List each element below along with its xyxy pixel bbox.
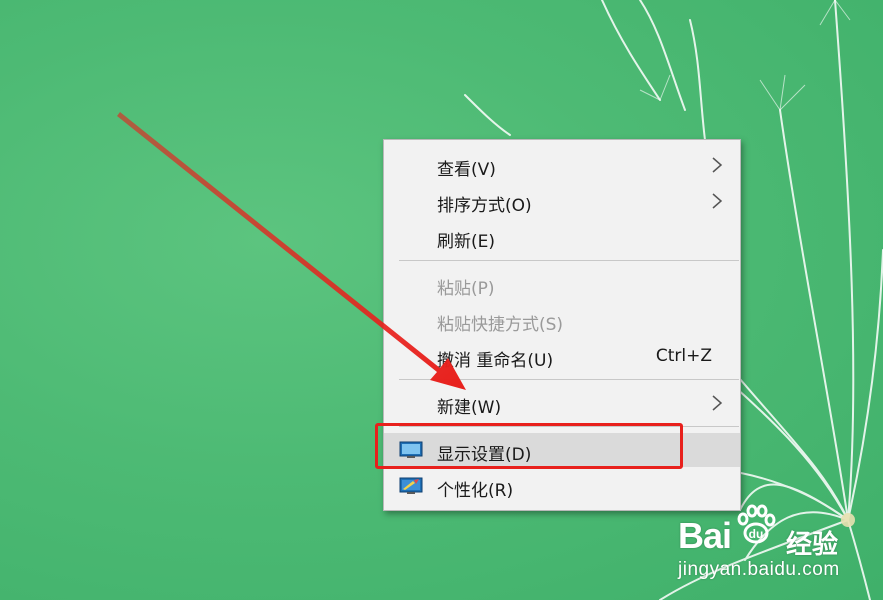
highlight-box [375,423,683,469]
menu-item-label: 撤消 重命名(U) [437,351,554,371]
menu-item-view[interactable]: 查看(V) [384,148,740,182]
chevron-right-icon [712,193,723,209]
watermark-url: jingyan.baidu.com [678,559,840,580]
desktop-background: 查看(V) 排序方式(O) 刷新(E) 粘贴(P) 粘贴快捷方式(S) 撤消 重… [0,0,883,600]
paw-logo-icon: du [737,504,776,544]
personalize-icon [399,477,423,494]
menu-item-paste: 粘贴(P) [384,267,740,301]
menu-item-refresh[interactable]: 刷新(E) [384,220,740,254]
menu-item-label: 个性化(R) [437,481,514,501]
menu-item-new[interactable]: 新建(W) [384,386,740,420]
menu-item-label: 查看(V) [437,160,496,180]
menu-item-label: 排序方式(O) [437,196,532,216]
chevron-right-icon [712,157,723,173]
menu-separator [399,379,739,380]
svg-text:du: du [749,527,764,541]
watermark-brand: Bai [678,515,732,556]
menu-item-label: 粘贴(P) [437,279,495,299]
menu-item-sort-by[interactable]: 排序方式(O) [384,184,740,218]
menu-item-shortcut: Ctrl+Z [655,346,712,366]
menu-item-label: 新建(W) [437,398,502,418]
menu-item-personalize[interactable]: 个性化(R) [384,469,740,503]
menu-item-paste-shortcut: 粘贴快捷方式(S) [384,303,740,337]
menu-separator [399,260,739,261]
menu-item-label: 刷新(E) [437,232,496,252]
chevron-right-icon [712,395,723,411]
menu-item-undo-rename[interactable]: 撤消 重命名(U) Ctrl+Z [384,339,740,373]
menu-item-label: 粘贴快捷方式(S) [437,315,564,335]
watermark-brand-suffix: 经验 [786,530,839,560]
baidu-jingyan-watermark: Bai du 经验 jingyan.baidu.com [678,503,878,593]
